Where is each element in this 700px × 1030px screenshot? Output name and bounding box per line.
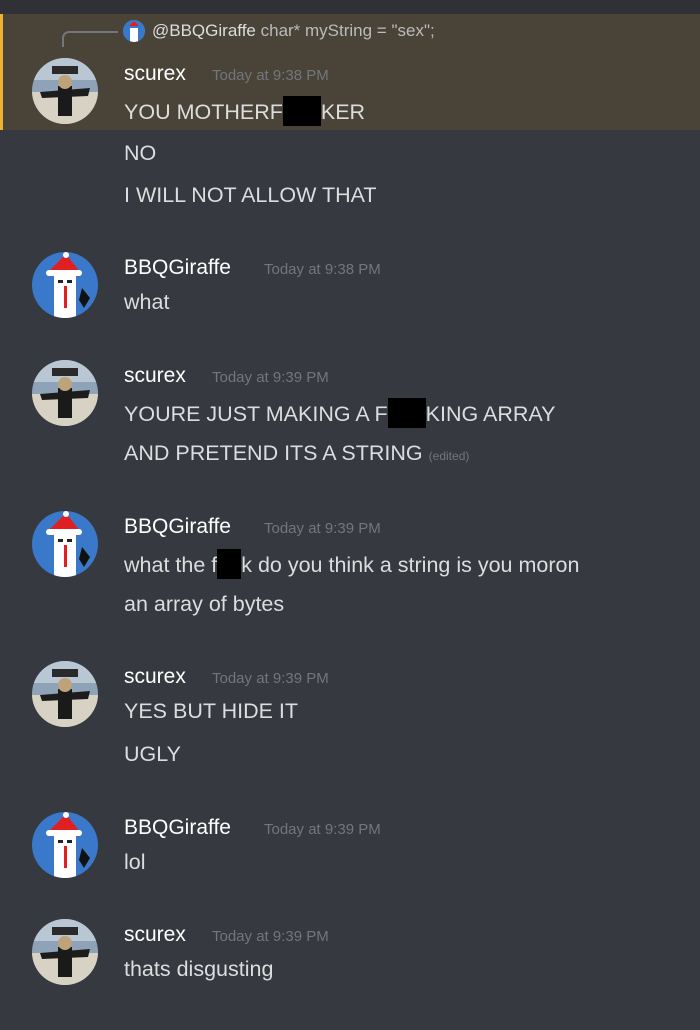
username[interactable]: scurex (124, 923, 186, 947)
message-line: UGLY (124, 742, 181, 766)
message-text: YOURE JUST MAKING A F (124, 402, 388, 426)
message-line: thats disgusting (124, 957, 274, 981)
message-text: KING ARRAY (425, 402, 556, 426)
timestamp: Today at 9:39 PM (212, 670, 329, 687)
message-line: I WILL NOT ALLOW THAT (124, 183, 377, 207)
censor-block (282, 96, 321, 126)
message-line: what the f k do you think a string is you… (124, 549, 579, 579)
username[interactable]: BBQGiraffe (124, 256, 231, 280)
timestamp: Today at 9:38 PM (212, 67, 329, 84)
message-text: k do you think a string is you moron (241, 553, 580, 577)
reply-preview[interactable]: @BBQGiraffe char* myString = "sex"; (152, 21, 435, 41)
message-line: AND PRETEND ITS A STRING (edited) (124, 441, 469, 466)
timestamp: Today at 9:39 PM (264, 520, 381, 537)
avatar[interactable] (32, 812, 98, 878)
username[interactable]: BBQGiraffe (124, 816, 231, 840)
message-line: NO (124, 141, 157, 165)
message-text: what the f (124, 553, 218, 577)
message-line: YOURE JUST MAKING A F KING ARRAY (124, 398, 555, 428)
edited-tag: (edited) (428, 449, 470, 463)
reply-avatar[interactable] (123, 20, 145, 42)
reply-spine (62, 31, 118, 47)
timestamp: Today at 9:39 PM (212, 928, 329, 945)
reply-username[interactable]: @BBQGiraffe (152, 21, 256, 40)
username[interactable]: scurex (124, 665, 186, 689)
message-line: YOU MOTHERF KER (124, 96, 365, 126)
message-text: AND PRETEND ITS A STRING (124, 441, 423, 465)
avatar[interactable] (32, 919, 98, 985)
timestamp: Today at 9:38 PM (264, 261, 381, 278)
avatar[interactable] (32, 58, 98, 124)
reply-text: char* myString = "sex"; (260, 21, 435, 40)
chat-window: @BBQGiraffe char* myString = "sex"; scur… (0, 0, 700, 1030)
username[interactable]: scurex (124, 364, 186, 388)
timestamp: Today at 9:39 PM (212, 369, 329, 386)
censor-block (217, 549, 242, 579)
username[interactable]: BBQGiraffe (124, 515, 231, 539)
avatar[interactable] (32, 661, 98, 727)
message-text: YOU MOTHERF (124, 100, 283, 124)
message-text: KER (320, 100, 366, 124)
message-line: an array of bytes (124, 592, 285, 616)
message-line: lol (124, 850, 146, 874)
message-line: what (124, 290, 170, 314)
censor-block (387, 398, 426, 428)
avatar[interactable] (32, 252, 98, 318)
timestamp: Today at 9:39 PM (264, 821, 381, 838)
avatar[interactable] (32, 511, 98, 577)
username[interactable]: scurex (124, 62, 186, 86)
avatar[interactable] (32, 360, 98, 426)
message-line: YES BUT HIDE IT (124, 699, 299, 723)
